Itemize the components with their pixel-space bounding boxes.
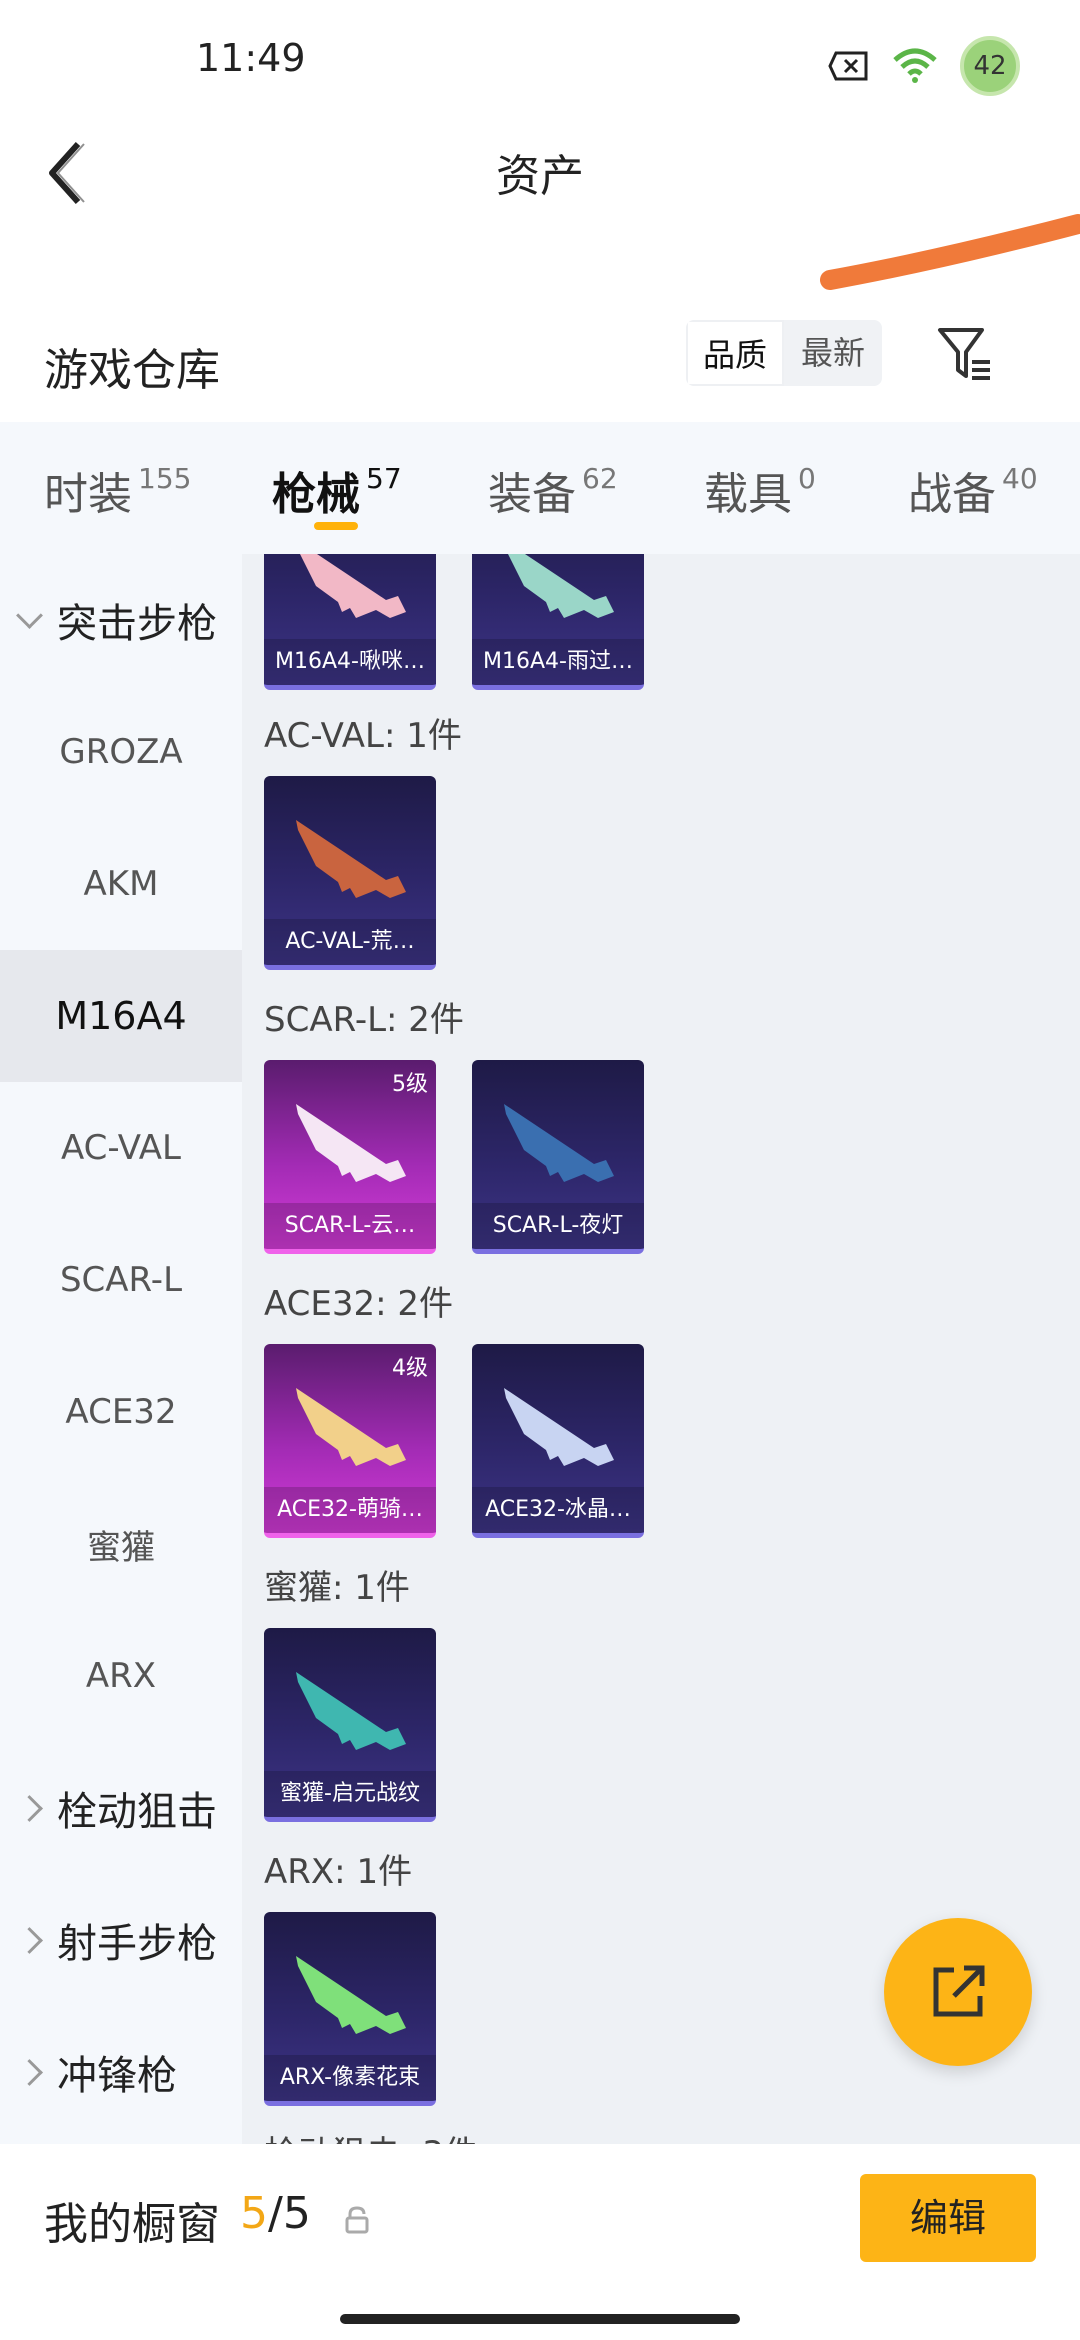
chevron-right-icon bbox=[16, 1794, 43, 1822]
battery-badge: 42 bbox=[960, 36, 1020, 96]
category-tabs: 时装 155 枪械 57 装备 62 载具 0 战备 40 bbox=[0, 422, 1080, 554]
tab-count: 155 bbox=[138, 462, 192, 495]
skin-card-label: ACE32-冰晶… bbox=[472, 1487, 644, 1533]
share-button[interactable] bbox=[884, 1918, 1032, 2066]
showcase-label: 我的橱窗 bbox=[44, 2199, 220, 2250]
sort-latest[interactable]: 最新 bbox=[784, 320, 882, 386]
showcase-bar: 我的橱窗 5/5 编辑 bbox=[0, 2144, 1080, 2340]
sidebar-group-label: 射手步枪 bbox=[57, 1921, 217, 1967]
wifi-icon bbox=[893, 48, 937, 83]
skin-card-label: M16A4-雨过… bbox=[472, 639, 644, 685]
chevron-down-icon bbox=[16, 601, 43, 629]
skin-card[interactable]: SCAR-L-夜灯 bbox=[472, 1060, 644, 1254]
weapon-sidebar: 突击步枪 GROZA AKM M16A4 AC-VAL SCAR-L ACE32… bbox=[0, 554, 242, 2144]
warehouse-header: 游戏仓库 品质 最新 bbox=[0, 310, 1080, 420]
status-bar: 11:49 42 bbox=[0, 0, 1080, 120]
rifle-icon bbox=[296, 820, 406, 898]
tab-count: 40 bbox=[1002, 462, 1038, 495]
sidebar-group-label: 冲锋枪 bbox=[57, 2053, 177, 2099]
skin-card[interactable]: ACE32-冰晶… bbox=[472, 1344, 644, 1538]
chevron-right-icon bbox=[16, 2058, 43, 2086]
sidebar-group-bolt-action[interactable]: 栓动狙击 bbox=[0, 1742, 242, 1874]
skin-card[interactable]: 蜜獾-启元战纹 bbox=[264, 1628, 436, 1822]
section-header: AC-VAL: 1件 bbox=[264, 716, 462, 756]
tab-equipment[interactable]: 装备 62 bbox=[488, 458, 618, 528]
sidebar-item-scar-l[interactable]: SCAR-L bbox=[0, 1214, 242, 1346]
showcase-current: 5 bbox=[240, 2188, 268, 2239]
skin-card[interactable]: AC-VAL-荒… bbox=[264, 776, 436, 970]
edit-button[interactable]: 编辑 bbox=[860, 2174, 1036, 2262]
tab-fashion[interactable]: 时装 155 bbox=[44, 458, 191, 528]
sidebar-item-arx[interactable]: ARX bbox=[0, 1610, 242, 1742]
skin-card[interactable]: 4级 ACE32-萌骑… bbox=[264, 1344, 436, 1538]
sidebar-group-assault[interactable]: 突击步枪 bbox=[0, 554, 242, 686]
tab-label: 时装 bbox=[44, 469, 132, 520]
skin-card-label: ARX-像素花束 bbox=[264, 2055, 436, 2101]
tab-firearms[interactable]: 枪械 57 bbox=[272, 458, 402, 528]
lock-icon bbox=[345, 2206, 369, 2234]
rifle-icon bbox=[296, 1388, 406, 1466]
section-header: ACE32: 2件 bbox=[264, 1284, 454, 1324]
nav-bar: 资产 bbox=[0, 120, 1080, 220]
skin-card-label: ACE32-萌骑… bbox=[264, 1487, 436, 1533]
showcase-total: /5 bbox=[268, 2188, 311, 2239]
skin-card-label: SCAR-L-夜灯 bbox=[472, 1203, 644, 1249]
external-link-icon bbox=[933, 1965, 985, 2017]
sidebar-item-ace32[interactable]: ACE32 bbox=[0, 1346, 242, 1478]
home-indicator bbox=[340, 2314, 740, 2324]
rifle-icon bbox=[296, 1104, 406, 1182]
sidebar-group-label: 栓动狙击 bbox=[57, 1789, 217, 1835]
warehouse-title: 游戏仓库 bbox=[44, 345, 220, 396]
skin-card[interactable]: 5级 SCAR-L-云… bbox=[264, 1060, 436, 1254]
section-header: SCAR-L: 2件 bbox=[264, 1000, 464, 1040]
section-header: ARX: 1件 bbox=[264, 1852, 413, 1892]
tab-label: 枪械 bbox=[272, 469, 360, 520]
tab-supplies[interactable]: 战备 40 bbox=[908, 458, 1038, 528]
sim-x-icon bbox=[828, 51, 868, 81]
tab-vehicles[interactable]: 载具 0 bbox=[704, 458, 816, 528]
sidebar-group-smg[interactable]: 冲锋枪 bbox=[0, 2006, 242, 2138]
tab-label: 装备 bbox=[488, 469, 576, 520]
showcase-count: 5/5 bbox=[240, 2188, 311, 2239]
tab-label: 战备 bbox=[908, 469, 996, 520]
weapon-content: M16A4-啾咪… M16A4-雨过… AC-VAL: 1件 AC-VAL-荒…… bbox=[242, 554, 1080, 2144]
rifle-icon bbox=[504, 1388, 614, 1466]
sidebar-item-honey-badger[interactable]: 蜜獾 bbox=[0, 1478, 242, 1610]
rifle-icon bbox=[504, 1104, 614, 1182]
skin-card-label: SCAR-L-云… bbox=[264, 1203, 436, 1249]
tab-count: 62 bbox=[582, 462, 618, 495]
tab-label: 载具 bbox=[704, 469, 792, 520]
status-icons: 42 bbox=[828, 36, 1020, 96]
rifle-icon bbox=[508, 554, 614, 618]
sidebar-item-m16a4[interactable]: M16A4 bbox=[0, 950, 242, 1082]
rifle-icon bbox=[300, 554, 406, 618]
active-tab-indicator bbox=[314, 522, 358, 530]
skin-card-label: M16A4-啾咪… bbox=[264, 639, 436, 685]
sidebar-item-ac-val[interactable]: AC-VAL bbox=[0, 1082, 242, 1214]
section-header: 蜜獾: 1件 bbox=[264, 1568, 410, 1608]
sidebar-item-akm[interactable]: AKM bbox=[0, 818, 242, 950]
skin-card[interactable]: M16A4-雨过… bbox=[472, 554, 644, 690]
orange-brush-stroke bbox=[820, 214, 1080, 290]
rifle-icon bbox=[296, 1956, 406, 2034]
tab-count: 57 bbox=[366, 462, 402, 495]
status-time: 11:49 bbox=[196, 36, 306, 80]
skin-card[interactable]: ARX-像素花束 bbox=[264, 1912, 436, 2106]
sidebar-group-label: 突击步枪 bbox=[57, 601, 217, 647]
tab-count: 0 bbox=[798, 462, 816, 495]
sort-toggle: 品质 最新 bbox=[686, 320, 882, 386]
chevron-right-icon bbox=[16, 1926, 43, 1954]
skin-card-label: 蜜獾-启元战纹 bbox=[264, 1771, 436, 1817]
rifle-icon bbox=[296, 1672, 406, 1750]
filter-icon[interactable] bbox=[936, 324, 992, 384]
sidebar-item-groza[interactable]: GROZA bbox=[0, 686, 242, 818]
section-header: 栓动狙击: 3件 bbox=[264, 2126, 478, 2144]
page-title: 资产 bbox=[496, 151, 584, 202]
skin-card[interactable]: M16A4-啾咪… bbox=[264, 554, 436, 690]
sort-quality[interactable]: 品质 bbox=[686, 320, 784, 386]
sidebar-group-marksman[interactable]: 射手步枪 bbox=[0, 1874, 242, 2006]
skin-card-label: AC-VAL-荒… bbox=[264, 919, 436, 965]
